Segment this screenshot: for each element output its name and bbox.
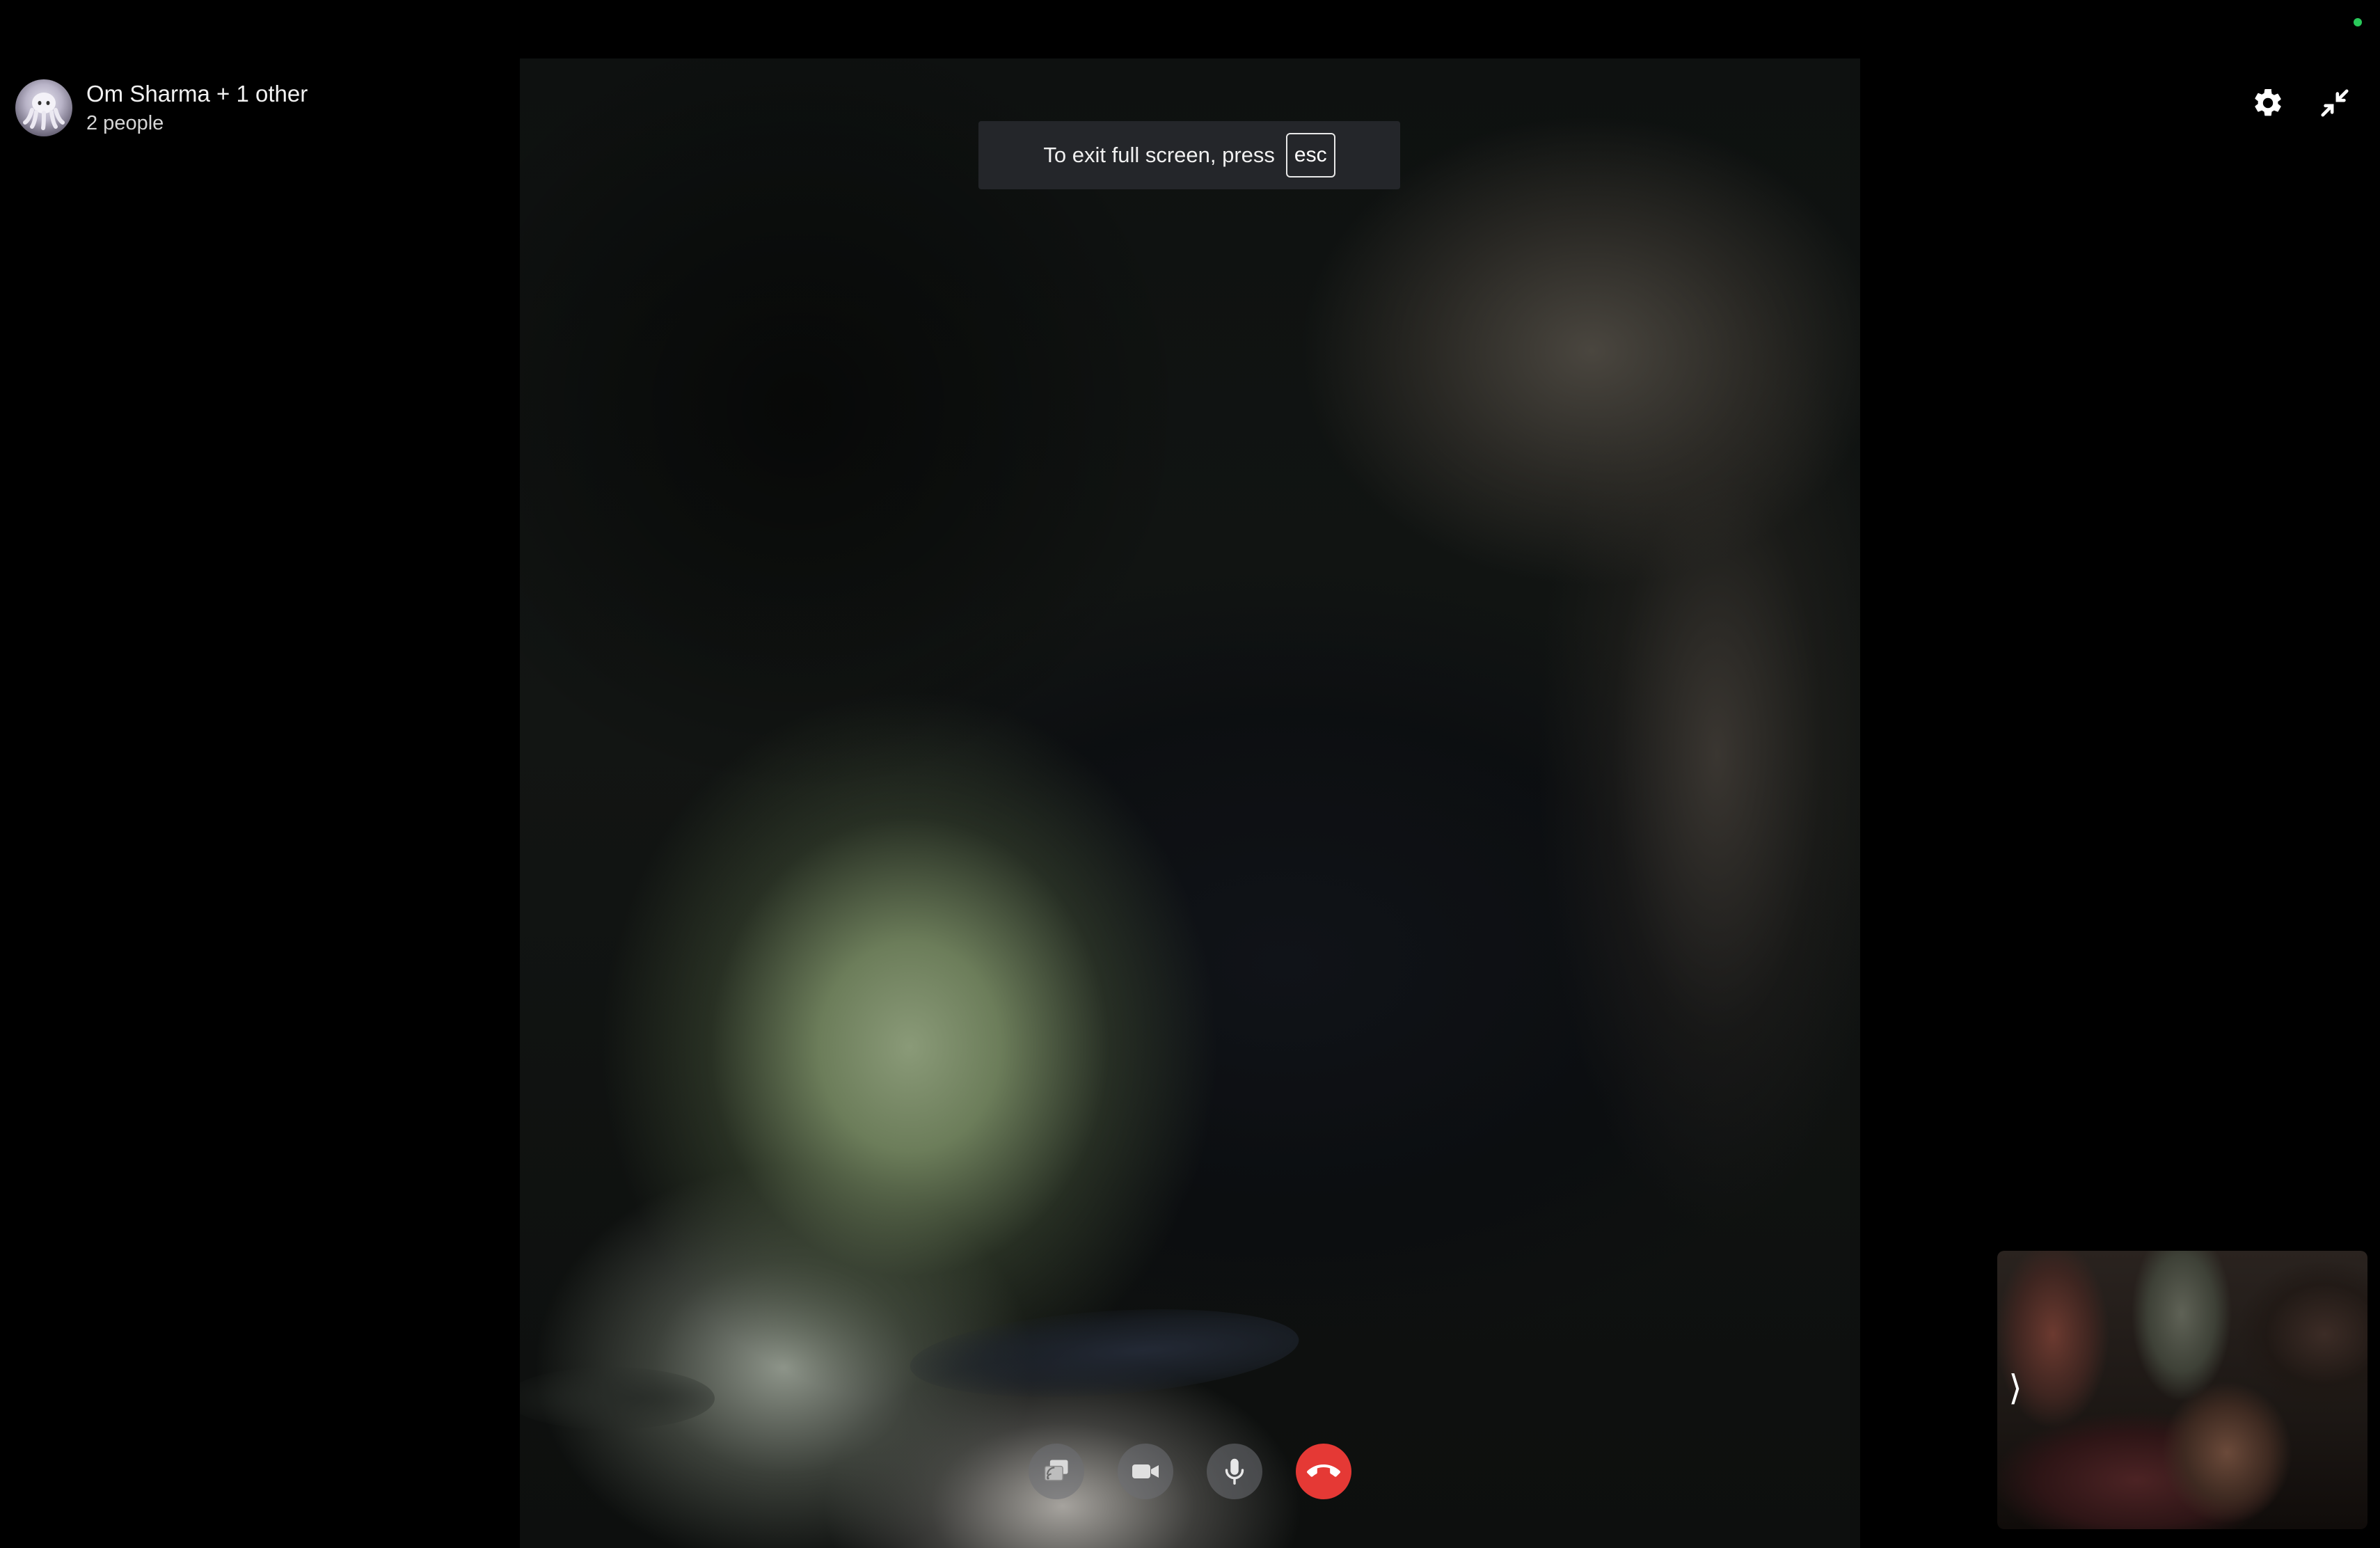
video-detail <box>520 1367 715 1430</box>
online-status-dot <box>2354 18 2362 26</box>
microphone-button[interactable] <box>1207 1444 1262 1499</box>
exit-fullscreen-icon <box>2321 89 2349 117</box>
settings-button[interactable] <box>2248 84 2287 123</box>
participant-count: 2 people <box>86 112 164 134</box>
camera-button[interactable] <box>1118 1444 1173 1499</box>
video-detail <box>907 1297 1302 1409</box>
self-view-toggle-button[interactable]: ⟩ <box>2001 1364 2029 1412</box>
esc-key-hint: esc <box>1285 133 1335 177</box>
video-camera-icon <box>1132 1464 1159 1478</box>
avatar[interactable] <box>15 79 72 136</box>
microphone-icon <box>1225 1458 1244 1485</box>
remote-video <box>520 58 1860 1548</box>
self-view-video[interactable] <box>1997 1251 2367 1529</box>
exit-fullscreen-button[interactable] <box>2315 84 2354 123</box>
fullscreen-toast: To exit full screen, press esc <box>978 121 1400 189</box>
screen-share-button[interactable] <box>1029 1444 1084 1499</box>
call-title-block: Om Sharma + 1 other 2 people <box>86 80 308 136</box>
call-header: Om Sharma + 1 other 2 people <box>15 79 308 136</box>
video-call-screen: Om Sharma + 1 other 2 people To exit ful… <box>0 0 2380 1548</box>
end-call-icon <box>1307 1464 1340 1477</box>
call-title: Om Sharma + 1 other <box>86 81 308 106</box>
end-call-button[interactable] <box>1296 1444 1351 1499</box>
gear-icon <box>2255 88 2281 116</box>
toast-text: To exit full screen, press <box>1043 143 1275 167</box>
octopus-avatar-icon <box>23 93 65 130</box>
call-controls <box>1029 1444 1351 1499</box>
screen-share-icon <box>1044 1460 1068 1481</box>
